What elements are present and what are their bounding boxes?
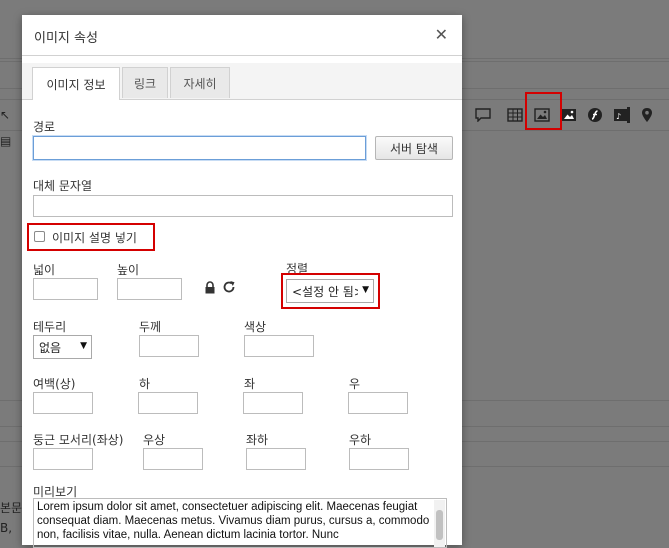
margin-left-label: 좌	[244, 377, 256, 391]
alt-text-label: 대체 문자열	[33, 179, 93, 193]
bg-edge-icon: ↖	[0, 108, 11, 122]
svg-text:♪: ♪	[616, 112, 621, 121]
tab-bar: 이미지 정보 링크 자세히	[22, 63, 462, 100]
scrollbar-thumb[interactable]	[436, 510, 443, 540]
margin-top-input[interactable]	[33, 392, 93, 414]
thickness-label: 두께	[139, 320, 162, 334]
radius-top-right-input[interactable]	[143, 448, 203, 470]
image2-icon[interactable]	[560, 106, 578, 124]
flash-icon[interactable]	[586, 106, 604, 124]
video-icon[interactable]: ♪	[613, 106, 631, 124]
margin-bottom-label: 하	[139, 377, 151, 391]
tab-image-info[interactable]: 이미지 정보	[32, 67, 120, 100]
margin-top-label: 여백(상)	[33, 377, 76, 391]
caption-checkbox[interactable]	[34, 231, 45, 242]
preview-text: Lorem ipsum dolor sit amet, consectetuer…	[37, 501, 430, 541]
align-select[interactable]: <설정 안 됨> ▼	[286, 279, 374, 303]
radius-top-right-label: 우상	[143, 433, 166, 447]
dialog-body: 경로 서버 탐색 대체 문자열 이미지 설명 넣기 넓이 높이 정렬 <설정 안…	[22, 100, 462, 548]
margin-right-label: 우	[349, 377, 361, 391]
border-label: 테두리	[33, 320, 67, 334]
close-icon[interactable]: ✕	[435, 25, 448, 44]
radius-top-left-label: 둥근 모서리(좌상)	[33, 433, 124, 447]
bg-edge-icon: ▤	[0, 134, 12, 148]
width-label: 넓이	[33, 263, 56, 277]
margin-bottom-input[interactable]	[138, 392, 198, 414]
toolbar-overflow-icon[interactable]	[663, 106, 669, 124]
radius-bottom-right-label: 우하	[349, 433, 372, 447]
bg-body-text: B,	[0, 521, 13, 535]
tab-advanced[interactable]: 자세히	[170, 67, 230, 98]
caption-label: 이미지 설명 넣기	[52, 231, 137, 245]
radius-top-left-input[interactable]	[33, 448, 93, 470]
dialog-header: 이미지 속성 ✕	[22, 15, 462, 56]
radius-bottom-right-input[interactable]	[349, 448, 409, 470]
border-select-value: 없음	[39, 340, 62, 355]
chevron-down-icon: ▼	[362, 285, 369, 295]
chevron-down-icon: ▼	[80, 341, 87, 351]
image-button-highlight	[525, 92, 562, 130]
radius-bottom-left-label: 좌하	[246, 433, 269, 447]
margin-left-input[interactable]	[243, 392, 303, 414]
speech-bubble-icon[interactable]	[474, 106, 492, 124]
preview-scrollbar[interactable]	[434, 500, 445, 547]
image-properties-dialog: 이미지 속성 ✕ 이미지 정보 링크 자세히 경로 서버 탐색 대체 문자열 이…	[22, 15, 462, 548]
bg-body-text: 본문	[0, 501, 23, 515]
path-input[interactable]	[33, 136, 366, 160]
dialog-title: 이미지 속성	[34, 31, 98, 46]
color-label: 색상	[244, 320, 267, 334]
height-label: 높이	[117, 263, 140, 277]
height-input[interactable]	[117, 278, 182, 300]
color-input[interactable]	[244, 335, 314, 357]
path-label: 경로	[33, 120, 56, 134]
margin-right-input[interactable]	[348, 392, 408, 414]
align-select-value: <설정 안 됨>	[292, 284, 358, 299]
editor-toolbar: ♪	[462, 100, 669, 130]
border-select[interactable]: 없음 ▼	[33, 335, 92, 359]
tab-link[interactable]: 링크	[122, 67, 168, 98]
alt-text-input[interactable]	[33, 195, 453, 217]
thickness-input[interactable]	[139, 335, 199, 357]
width-input[interactable]	[33, 278, 98, 300]
browse-server-button[interactable]: 서버 탐색	[375, 136, 453, 160]
map-pin-icon[interactable]	[638, 106, 656, 124]
lock-ratio-icon[interactable]	[203, 280, 217, 294]
table-icon[interactable]	[506, 106, 524, 124]
preview-box: Lorem ipsum dolor sit amet, consectetuer…	[33, 498, 447, 548]
reset-size-icon[interactable]	[222, 280, 236, 294]
radius-bottom-left-input[interactable]	[246, 448, 306, 470]
